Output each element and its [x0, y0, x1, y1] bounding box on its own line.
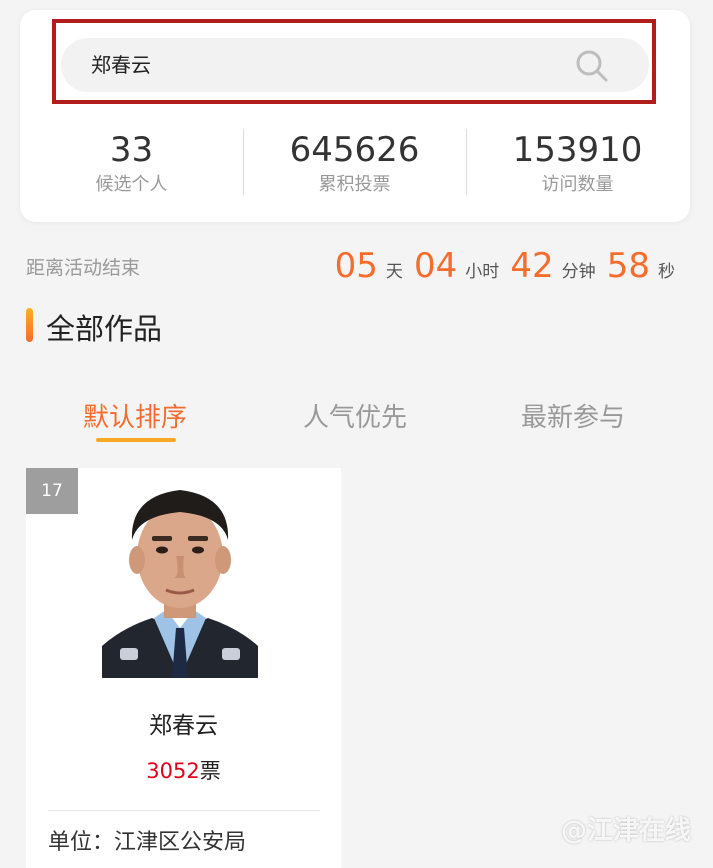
stat-candidates: 33 候选个人 — [20, 128, 243, 198]
tab-default-sort[interactable]: 默认排序 — [83, 396, 187, 440]
vote-count: 3052 — [146, 759, 200, 783]
countdown-minutes: 42 — [510, 246, 554, 286]
stat-divider — [466, 129, 467, 195]
stat-visits: 153910 访问数量 — [466, 128, 689, 198]
search-icon[interactable] — [575, 49, 609, 83]
candidate-name: 郑春云 — [149, 713, 218, 739]
countdown-seconds-unit: 秒 — [658, 262, 675, 282]
candidate-unit: 单位：江津区公安局 — [48, 830, 247, 855]
section-accent-bar — [26, 308, 33, 342]
countdown-hours-unit: 小时 — [465, 262, 500, 282]
vote-suffix: 票 — [199, 759, 221, 783]
stats-row: 33 候选个人 645626 累积投票 153910 访问数量 — [20, 128, 690, 206]
stat-value: 33 — [109, 130, 154, 170]
stats-card: 郑春云 33 候选个人 645626 累积投票 153910 访问数量 — [20, 10, 690, 222]
countdown-days-unit: 天 — [385, 262, 403, 282]
countdown-hours: 04 — [414, 246, 458, 286]
stat-divider — [243, 129, 244, 195]
stat-label: 访问数量 — [541, 174, 614, 195]
watermark: @江津在线 — [560, 816, 691, 846]
active-tab-underline — [96, 438, 176, 442]
tab-popularity[interactable]: 人气优先 — [303, 396, 407, 440]
section-title: 全部作品 — [46, 312, 163, 346]
candidate-photo[interactable] — [102, 478, 258, 678]
countdown-minutes-unit: 分钟 — [561, 262, 596, 282]
countdown-days: 05 — [334, 246, 378, 286]
search-input[interactable]: 郑春云 — [61, 38, 649, 92]
portrait-image — [102, 478, 258, 678]
stat-value: 153910 — [512, 130, 643, 170]
candidate-votes: 3052票 — [26, 755, 341, 785]
stat-label: 累积投票 — [318, 174, 391, 195]
stat-value: 645626 — [289, 130, 420, 170]
countdown-timer: 05 天 04 小时 42 分钟 58 秒 — [335, 246, 675, 286]
countdown-seconds: 58 — [606, 246, 650, 286]
rank-badge: 17 — [26, 468, 78, 514]
card-divider — [48, 810, 320, 811]
stat-label: 候选个人 — [95, 174, 168, 195]
candidate-card[interactable]: 17 郑春云 3052票 单位：江津区公安局 — [26, 468, 341, 868]
tab-newest[interactable]: 最新参与 — [521, 396, 625, 440]
countdown-label: 距离活动结束 — [26, 257, 141, 279]
stat-total-votes: 645626 累积投票 — [243, 128, 466, 198]
search-query-text: 郑春云 — [91, 53, 151, 77]
